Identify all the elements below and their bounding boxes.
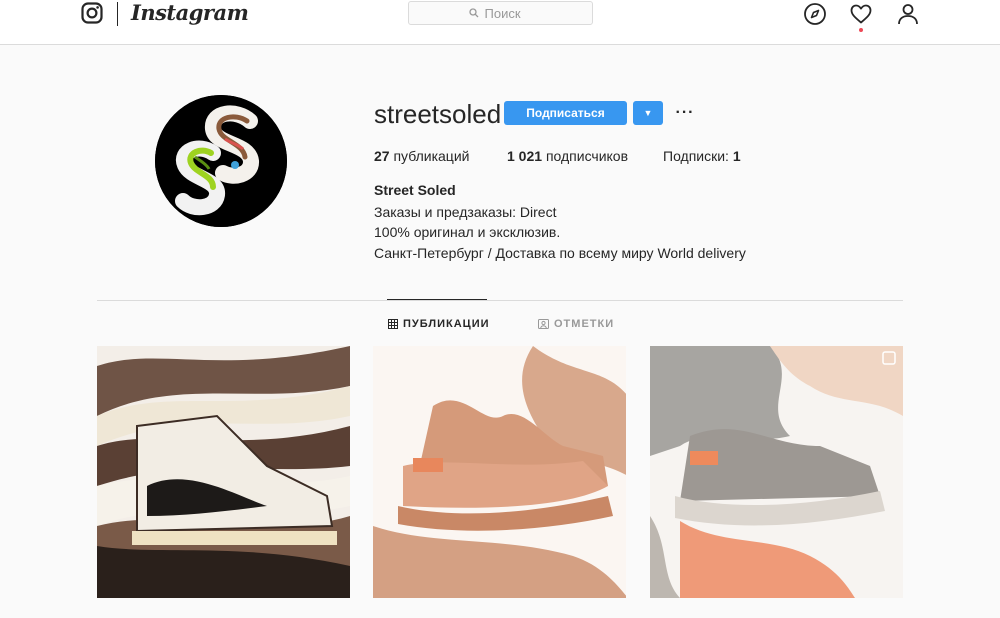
activity-heart-icon[interactable]	[849, 2, 873, 26]
top-navigation-bar: Instagram	[0, 0, 1000, 45]
logo-separator	[117, 2, 118, 26]
profile-avatar[interactable]	[155, 95, 287, 227]
notification-dot	[859, 28, 863, 32]
tab-posts[interactable]: ПУБЛИКАЦИИ	[388, 318, 490, 330]
more-options-button[interactable]: ···	[674, 101, 696, 125]
instagram-logo-icon[interactable]	[81, 2, 103, 24]
search-icon	[468, 8, 478, 18]
search-input[interactable]	[484, 5, 533, 21]
sneaker-photo-1	[97, 346, 350, 598]
grid-icon	[388, 319, 398, 329]
explore-compass-icon[interactable]	[803, 2, 827, 26]
tab-tagged-label: ОТМЕТКИ	[554, 318, 615, 330]
posts-label: публикаций	[393, 148, 470, 164]
post-thumbnail-3[interactable]	[650, 346, 903, 598]
following-label: Подписки:	[663, 148, 729, 164]
post-thumbnail-2[interactable]	[373, 346, 626, 598]
search-box[interactable]	[408, 1, 593, 25]
following-stat[interactable]: Подписки: 1	[663, 148, 741, 164]
streetsoled-logo-image	[155, 95, 287, 227]
posts-stat: 27 публикаций	[374, 148, 469, 164]
followers-stat[interactable]: 1 021 подписчиков	[507, 148, 628, 164]
profile-icon[interactable]	[896, 2, 920, 26]
followers-count: 1 021	[507, 148, 543, 164]
tab-tagged[interactable]: ОТМЕТКИ	[538, 318, 614, 330]
tagged-icon	[538, 319, 549, 329]
follow-button[interactable]: Подписаться	[504, 101, 627, 125]
suggestions-dropdown-button[interactable]: ▼	[633, 101, 663, 125]
tab-posts-label: ПУБЛИКАЦИИ	[403, 318, 490, 330]
bio-line-2: 100% оригинал и эксклюзив.	[374, 224, 561, 240]
bio-line-1: Заказы и предзаказы: Direct	[374, 204, 557, 220]
active-tab-indicator	[387, 299, 487, 300]
sneaker-photo-2	[373, 346, 626, 598]
bio-full-name: Street Soled	[374, 182, 456, 198]
bio-line-3: Санкт-Петербург / Доставка по всему миру…	[374, 245, 746, 261]
followers-label: подписчиков	[545, 148, 629, 164]
instagram-wordmark[interactable]: Instagram	[131, 0, 249, 25]
sneaker-photo-3	[650, 346, 903, 598]
posts-count: 27	[374, 148, 390, 164]
profile-username: streetsoled	[374, 99, 502, 129]
tabs-divider	[97, 300, 903, 301]
post-thumbnail-1[interactable]	[97, 346, 350, 598]
following-count: 1	[732, 148, 741, 164]
